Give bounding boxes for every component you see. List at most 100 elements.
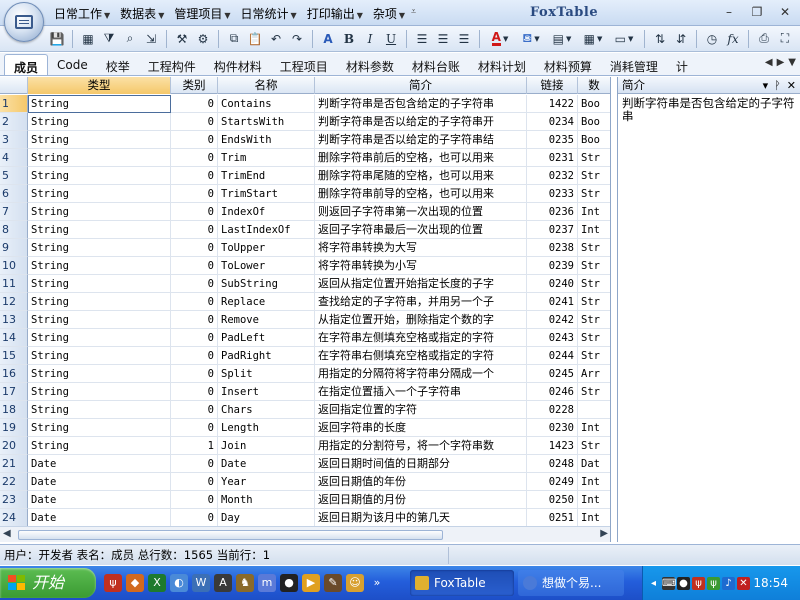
row-number-cell[interactable]: 3 bbox=[0, 131, 28, 149]
link-cell[interactable]: 1422 bbox=[527, 95, 578, 113]
description-cell[interactable]: 则返回子字符串第一次出现的位置 bbox=[315, 203, 527, 221]
type-cell[interactable]: String bbox=[28, 131, 171, 149]
tab-material-params[interactable]: 材料参数 bbox=[337, 54, 403, 75]
tab-enum[interactable]: 校举 bbox=[97, 54, 139, 75]
tray-volume-icon[interactable]: ♪ bbox=[722, 576, 735, 590]
datatype-cell[interactable]: Str bbox=[578, 239, 610, 257]
description-cell[interactable]: 删除字符串前后的空格，也可以用来 bbox=[315, 149, 527, 167]
word-icon[interactable]: W bbox=[192, 574, 210, 592]
bold-button[interactable]: B bbox=[340, 30, 358, 48]
name-cell[interactable]: TrimStart bbox=[218, 185, 315, 203]
table-row[interactable]: 20 String 1 Join 用指定的分割符号，将一个字符串数 1423 Str bbox=[0, 437, 610, 455]
link-cell[interactable]: 1423 bbox=[527, 437, 578, 455]
link-cell[interactable]: 0239 bbox=[527, 257, 578, 275]
category-cell[interactable]: 1 bbox=[171, 437, 218, 455]
row-number-cell[interactable]: 10 bbox=[0, 257, 28, 275]
table-row[interactable]: 8 String 0 LastIndexOf 返回子字符串最后一次出现的位置 0237 In… bbox=[0, 221, 610, 239]
align-center-icon[interactable]: ☰ bbox=[434, 30, 452, 48]
category-cell[interactable]: 0 bbox=[171, 167, 218, 185]
system-clock[interactable]: 18:54 bbox=[753, 576, 788, 590]
table-row[interactable]: 10 String 0 ToLower 将字符串转换为小写 0239 Str bbox=[0, 257, 610, 275]
table-row[interactable]: 12 String 0 Replace 查找给定的子字符串，并用另一个子 0241 Str bbox=[0, 293, 610, 311]
datatype-cell[interactable]: Int bbox=[578, 419, 610, 437]
settings-icon[interactable]: ⚙ bbox=[194, 30, 212, 48]
datatype-cell[interactable]: Str bbox=[578, 329, 610, 347]
row-number-cell[interactable]: 11 bbox=[0, 275, 28, 293]
description-cell[interactable]: 返回字符串的长度 bbox=[315, 419, 527, 437]
taskbar-item-browser[interactable]: 想做个易... bbox=[518, 570, 624, 596]
panel-content[interactable]: 判断字符串是否包含给定的子字符串 bbox=[618, 94, 800, 126]
row-number-cell[interactable]: 9 bbox=[0, 239, 28, 257]
row-number-cell[interactable]: 22 bbox=[0, 473, 28, 491]
datatype-cell[interactable]: Dat bbox=[578, 455, 610, 473]
name-cell[interactable]: Trim bbox=[218, 149, 315, 167]
row-number-cell[interactable]: 19 bbox=[0, 419, 28, 437]
category-cell[interactable]: 0 bbox=[171, 329, 218, 347]
underline-button[interactable]: U bbox=[382, 30, 400, 48]
description-cell[interactable]: 在字符串右侧填充空格或指定的字符 bbox=[315, 347, 527, 365]
description-cell[interactable]: 返回指定位置的字符 bbox=[315, 401, 527, 419]
name-cell[interactable]: Split bbox=[218, 365, 315, 383]
link-cell[interactable]: 0237 bbox=[527, 221, 578, 239]
quick-menu-stats[interactable]: 日常统计 ▼ bbox=[237, 4, 301, 23]
name-cell[interactable]: Length bbox=[218, 419, 315, 437]
type-cell[interactable]: String bbox=[28, 419, 171, 437]
pin-icon[interactable]: ᚹ bbox=[774, 77, 781, 94]
tray-security-icon[interactable]: ψ bbox=[707, 576, 720, 590]
quick-launch-app-icon[interactable]: ◆ bbox=[126, 574, 144, 592]
category-cell[interactable]: 0 bbox=[171, 419, 218, 437]
row-number-cell[interactable]: 20 bbox=[0, 437, 28, 455]
table-row[interactable]: 6 String 0 TrimStart 删除字符串前导的空格，也可以用来 0233 Str bbox=[0, 185, 610, 203]
category-cell[interactable]: 0 bbox=[171, 509, 218, 527]
table-row[interactable]: 18 String 0 Chars 返回指定位置的字符 0228 bbox=[0, 401, 610, 419]
row-number-cell[interactable]: 1 bbox=[0, 95, 28, 113]
link-cell[interactable]: 0251 bbox=[527, 509, 578, 527]
type-cell[interactable]: String bbox=[28, 329, 171, 347]
panel-dropdown-icon[interactable]: ▾ bbox=[763, 77, 769, 94]
name-cell[interactable]: PadLeft bbox=[218, 329, 315, 347]
restore-button[interactable]: ❐ bbox=[746, 3, 768, 21]
align-left-icon[interactable]: ☰ bbox=[413, 30, 431, 48]
undo-icon[interactable]: ↶ bbox=[267, 30, 285, 48]
row-header-corner[interactable] bbox=[0, 77, 28, 94]
tab-list-icon[interactable]: ▼ bbox=[788, 57, 796, 68]
table-row[interactable]: 21 Date 0 Date 返回日期时间值的日期部分 0248 Dat bbox=[0, 455, 610, 473]
description-cell[interactable]: 用指定的分隔符将字符串分隔成一个 bbox=[315, 365, 527, 383]
link-cell[interactable]: 0230 bbox=[527, 419, 578, 437]
description-cell[interactable]: 在指定位置插入一个子字符串 bbox=[315, 383, 527, 401]
datatype-cell[interactable]: Str bbox=[578, 293, 610, 311]
description-cell[interactable]: 返回日期值的月份 bbox=[315, 491, 527, 509]
category-cell[interactable]: 0 bbox=[171, 221, 218, 239]
table-row[interactable]: 17 String 0 Insert 在指定位置插入一个子字符串 0246 Str bbox=[0, 383, 610, 401]
table-row[interactable]: 3 String 0 EndsWith 判断字符串是否以给定的子字符串结 0235 Boo bbox=[0, 131, 610, 149]
row-number-cell[interactable]: 5 bbox=[0, 167, 28, 185]
datatype-cell[interactable]: Int bbox=[578, 491, 610, 509]
column-header-datatype[interactable]: 数 bbox=[578, 77, 610, 94]
column-header-link[interactable]: 链接 bbox=[527, 77, 578, 94]
datatype-cell[interactable]: Str bbox=[578, 311, 610, 329]
tab-components[interactable]: 工程构件 bbox=[139, 54, 205, 75]
link-cell[interactable]: 0246 bbox=[527, 383, 578, 401]
name-cell[interactable]: EndsWith bbox=[218, 131, 315, 149]
type-cell[interactable]: Date bbox=[28, 491, 171, 509]
type-cell[interactable]: String bbox=[28, 311, 171, 329]
category-cell[interactable]: 0 bbox=[171, 203, 218, 221]
datatype-cell[interactable] bbox=[578, 401, 610, 419]
type-cell[interactable]: String bbox=[28, 401, 171, 419]
merge-cells-button[interactable]: ▭ ▼ bbox=[610, 30, 638, 48]
datatype-cell[interactable]: Str bbox=[578, 347, 610, 365]
category-cell[interactable]: 0 bbox=[171, 473, 218, 491]
table-row[interactable]: 9 String 0 ToUpper 将字符串转换为大写 0238 Str bbox=[0, 239, 610, 257]
tab-scroll-left-icon[interactable]: ◀ bbox=[765, 57, 773, 68]
datatype-cell[interactable]: Boo bbox=[578, 131, 610, 149]
name-cell[interactable]: Insert bbox=[218, 383, 315, 401]
horizontal-scrollbar[interactable]: ◀ ▶ bbox=[0, 526, 610, 542]
media-player-icon[interactable]: ▶ bbox=[302, 574, 320, 592]
datatype-cell[interactable]: Arr bbox=[578, 365, 610, 383]
tools-icon[interactable]: ⚒ bbox=[173, 30, 191, 48]
formula-icon[interactable]: fx bbox=[724, 30, 742, 48]
tab-more[interactable]: 计 bbox=[667, 54, 697, 75]
category-cell[interactable]: 0 bbox=[171, 131, 218, 149]
tray-shield-icon[interactable]: ✕ bbox=[737, 576, 750, 590]
link-cell[interactable]: 0242 bbox=[527, 311, 578, 329]
